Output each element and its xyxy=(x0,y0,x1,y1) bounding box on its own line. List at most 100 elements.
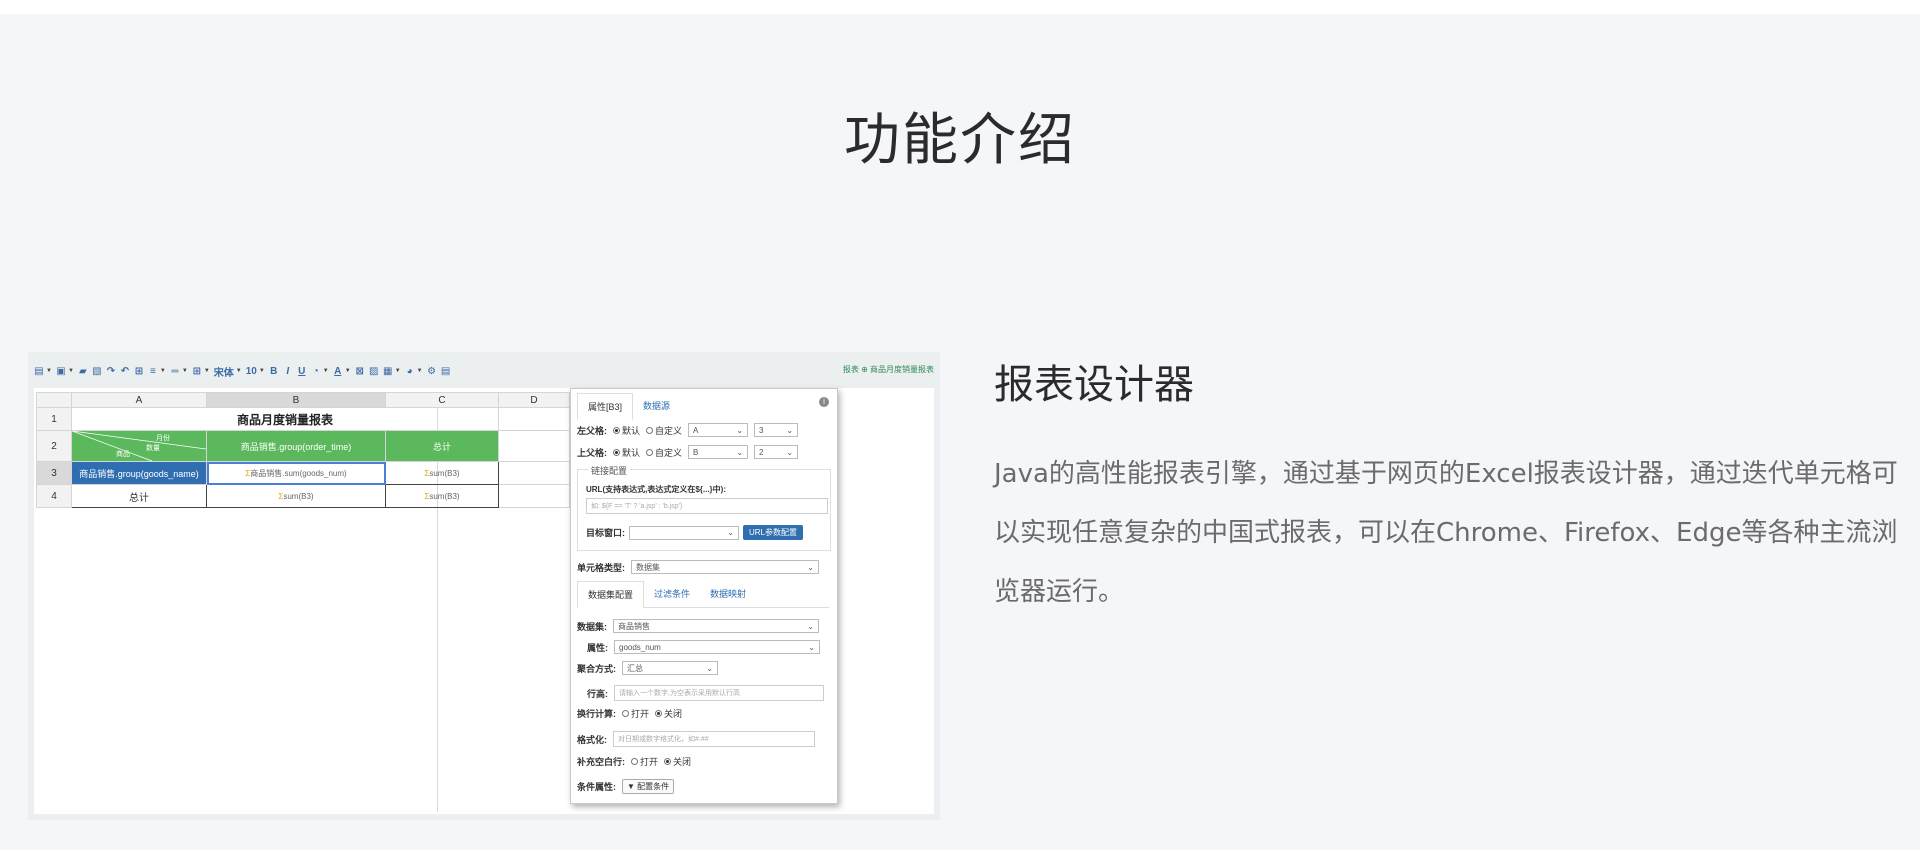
attribute-label: 属性: xyxy=(587,642,608,653)
column-header-d[interactable]: D xyxy=(498,392,570,408)
link-config-group: 链接配置 URL(支持表达式,表达式定义在${...}中): 如: ${F ==… xyxy=(577,464,831,551)
new-file-icon[interactable]: ▤ xyxy=(34,364,44,378)
url-param-config-button[interactable]: URL参数配置 xyxy=(743,525,804,540)
top-parent-default-radio[interactable]: 默认 xyxy=(613,446,640,459)
chart-icon[interactable]: ◕ xyxy=(405,364,415,378)
cell-b4[interactable]: Σsum(B3) xyxy=(206,484,386,508)
radio-label: 打开 xyxy=(631,709,650,719)
chevron-down-icon: ▼ xyxy=(258,368,265,374)
undo-icon[interactable]: ↶ xyxy=(120,364,130,378)
cell-c4-text: sum(B3) xyxy=(429,491,460,501)
fill-blank-on-radio[interactable]: 打开 xyxy=(631,755,658,768)
font-name-select[interactable]: 宋体 xyxy=(214,364,234,379)
cell-a4[interactable]: 总计 xyxy=(71,484,207,508)
cell-d2[interactable] xyxy=(498,430,570,462)
page-setup-icon[interactable]: ▤ xyxy=(441,364,451,378)
target-window-select[interactable]: ⌄ xyxy=(629,525,739,540)
chevron-down-icon: ▼ xyxy=(46,368,52,374)
attribute-select[interactable]: goods_num ⌄ xyxy=(614,640,820,654)
wrap-calc-off-radio[interactable]: 关闭 xyxy=(655,707,682,720)
corner-cell[interactable] xyxy=(36,392,72,408)
tab-dataset-config[interactable]: 数据集配置 xyxy=(577,581,645,608)
chevron-down-icon: ⌄ xyxy=(706,663,713,673)
format-label: 格式化: xyxy=(577,734,607,745)
top-parent-custom-radio[interactable]: 自定义 xyxy=(646,446,682,459)
column-header-b[interactable]: B xyxy=(206,392,386,408)
top-parent-row-select[interactable]: 2 ⌄ xyxy=(754,445,799,459)
tab-datasource[interactable]: 数据源 xyxy=(633,393,680,420)
chevron-down-icon: ⌄ xyxy=(727,528,734,537)
top-parent-col-select[interactable]: B ⌄ xyxy=(688,445,749,459)
cell-c2[interactable]: 总计 xyxy=(385,430,499,462)
bottom-strip xyxy=(0,850,1920,854)
cell-c3[interactable]: Σsum(B3) xyxy=(385,461,499,485)
radio-unchecked-icon xyxy=(646,426,654,434)
redo-icon[interactable]: ↷ xyxy=(106,364,116,378)
format-input[interactable]: 对日期或数字格式化，如#.## xyxy=(613,731,815,747)
font-size-select[interactable]: 10 xyxy=(246,364,257,378)
row-height-input[interactable]: 请输入一个数字,为空表示采用默认行高 xyxy=(614,685,824,701)
clear-icon[interactable]: ⊠ xyxy=(355,364,365,378)
open-folder-icon[interactable]: ▰ xyxy=(78,364,88,378)
save-icon[interactable]: ▣ xyxy=(56,364,66,378)
left-parent-col-select[interactable]: A ⌄ xyxy=(688,423,749,437)
cell-b2[interactable]: 商品销售.group(order_time) xyxy=(206,430,386,462)
gear-icon[interactable]: ⚙ xyxy=(427,364,437,378)
row-header-3[interactable]: 3 xyxy=(36,461,72,485)
image-icon[interactable]: ▨ xyxy=(369,364,379,378)
cell-d3[interactable] xyxy=(498,461,570,485)
top-parent-label: 上父格: xyxy=(577,447,607,458)
wrap-calc-on-radio[interactable]: 打开 xyxy=(622,707,649,720)
breadcrumb[interactable]: 报表 ⊕ 商品月度销量报表 xyxy=(843,364,934,375)
cell-d4[interactable] xyxy=(498,484,570,508)
chevron-down-icon: ▼ xyxy=(322,368,329,374)
report-title-cell[interactable]: 商品月度销量报表 xyxy=(71,407,499,431)
cell-a3[interactable]: 商品销售.group(goods_name) xyxy=(71,461,207,485)
select-value: goods_num xyxy=(619,642,661,652)
diagonal-header-cell[interactable]: 月份 数量 商品 xyxy=(71,430,207,462)
cell-d1[interactable] xyxy=(498,407,570,431)
tab-data-mapping[interactable]: 数据映射 xyxy=(700,581,756,607)
wrap-calc-row: 换行计算: 打开 关闭 xyxy=(577,707,682,720)
valign-icon[interactable]: ═ xyxy=(170,364,180,378)
dataset-select[interactable]: 商品销售 ⌄ xyxy=(613,619,819,633)
report-grid[interactable]: A B C D 1 商品月度销量报表 2 月份 数量 商品 商品销售.group… xyxy=(36,392,570,508)
align-icon[interactable]: ≡ xyxy=(148,364,158,378)
chevron-down-icon: ▼ xyxy=(181,368,188,374)
row-header-1[interactable]: 1 xyxy=(36,407,72,431)
font-color-button[interactable]: A xyxy=(333,364,343,378)
link-config-legend: 链接配置 xyxy=(588,464,631,477)
row-height-label: 行高: xyxy=(587,688,608,699)
aggregation-select[interactable]: 汇总 ⌄ xyxy=(622,661,718,675)
merge-cells-icon[interactable]: ⊞ xyxy=(134,364,144,378)
row-header-2[interactable]: 2 xyxy=(36,430,72,462)
button-label: 配置条件 xyxy=(637,782,670,791)
left-parent-custom-radio[interactable]: 自定义 xyxy=(646,424,682,437)
underline-button[interactable]: U xyxy=(297,364,307,378)
tab-properties[interactable]: 属性[B3] xyxy=(577,393,634,420)
bold-button[interactable]: B xyxy=(269,364,279,378)
cell-b3[interactable]: Σ商品销售.sum(goods_num) xyxy=(206,461,386,485)
border-icon[interactable]: ⊞ xyxy=(192,364,202,378)
cell-c4[interactable]: Σsum(B3) xyxy=(385,484,499,508)
barcode-icon[interactable]: ▦ xyxy=(383,364,393,378)
dataset-row: 数据集: 商品销售 ⌄ xyxy=(577,619,819,633)
italic-button[interactable]: I xyxy=(283,364,293,378)
cell-type-select[interactable]: 数据集 ⌄ xyxy=(631,560,819,574)
fill-blank-off-radio[interactable]: 关闭 xyxy=(664,755,691,768)
chevron-down-icon: ⌄ xyxy=(736,447,744,457)
chevron-down-icon: ▼ xyxy=(159,368,166,374)
fill-color-icon[interactable]: ◔ xyxy=(311,364,321,378)
aggregation-row: 聚合方式: 汇总 ⌄ xyxy=(577,661,718,675)
column-header-a[interactable]: A xyxy=(71,392,207,408)
diag-label-goods: 商品 xyxy=(116,451,130,458)
left-parent-row-select[interactable]: 3 ⌄ xyxy=(754,423,799,437)
tab-filter-conditions[interactable]: 过滤条件 xyxy=(644,581,700,607)
left-parent-default-radio[interactable]: 默认 xyxy=(613,424,640,437)
info-icon[interactable]: i xyxy=(819,397,829,407)
preview-icon[interactable]: ▧ xyxy=(92,364,102,378)
row-header-4[interactable]: 4 xyxy=(36,484,72,508)
configure-condition-button[interactable]: ▼ 配置条件 xyxy=(622,779,675,794)
url-input[interactable]: 如: ${F == 'T' ? 'a.jsp' : 'b.jsp'} xyxy=(586,498,828,514)
column-header-c[interactable]: C xyxy=(385,392,499,408)
